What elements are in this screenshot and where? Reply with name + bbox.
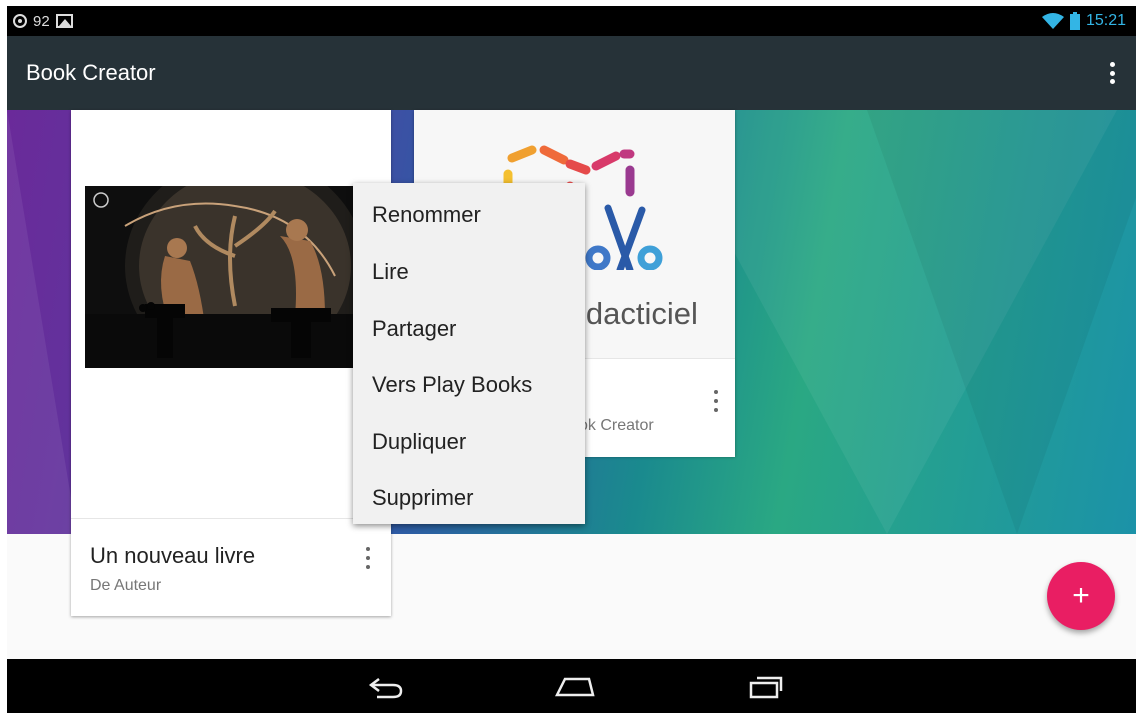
app-bar: Book Creator (7, 36, 1136, 110)
home-icon[interactable] (555, 671, 595, 701)
image-icon (55, 14, 73, 28)
menu-item-share[interactable]: Partager (372, 316, 456, 342)
menu-item-read[interactable]: Lire (372, 259, 409, 285)
battery-icon (1069, 12, 1080, 30)
menu-item-duplicate[interactable]: Dupliquer (372, 429, 466, 455)
recents-icon[interactable] (745, 671, 785, 701)
add-book-button[interactable]: + (1047, 562, 1115, 630)
book-cover-image (85, 186, 353, 368)
app-title: Book Creator (26, 60, 156, 85)
book-card-1-info: Un nouveau livre De Auteur (71, 518, 391, 617)
greek-plate-illustration (85, 186, 353, 368)
menu-item-play-books[interactable]: Vers Play Books (372, 372, 532, 398)
book-card-1[interactable]: Un nouveau livre De Auteur (71, 110, 391, 616)
overflow-menu-icon[interactable] (1110, 62, 1116, 84)
context-menu: Renommer Lire Partager Vers Play Books D… (353, 183, 585, 524)
status-left: 92 (13, 6, 73, 36)
cover-text: idacticiel (579, 296, 698, 331)
menu-item-rename[interactable]: Renommer (372, 202, 481, 228)
notification-count: 92 (33, 12, 50, 30)
wifi-icon (1041, 13, 1064, 29)
book-author: De Auteur (90, 577, 162, 594)
back-icon[interactable] (365, 671, 405, 701)
status-time: 15:21 (1085, 12, 1126, 29)
menu-item-delete[interactable]: Supprimer (372, 485, 473, 511)
book-menu-icon[interactable] (714, 390, 720, 412)
status-right: 15:21 (1041, 6, 1126, 36)
book-author: ok Creator (579, 417, 654, 434)
navigation-bar (7, 659, 1136, 713)
screen: 92 15:21 Book Creator idacticiel ok Crea… (7, 6, 1136, 713)
notification-circle-icon (13, 14, 27, 28)
book-menu-icon[interactable] (366, 547, 372, 569)
book-title: Un nouveau livre (90, 543, 256, 568)
status-bar: 92 15:21 (7, 6, 1136, 36)
